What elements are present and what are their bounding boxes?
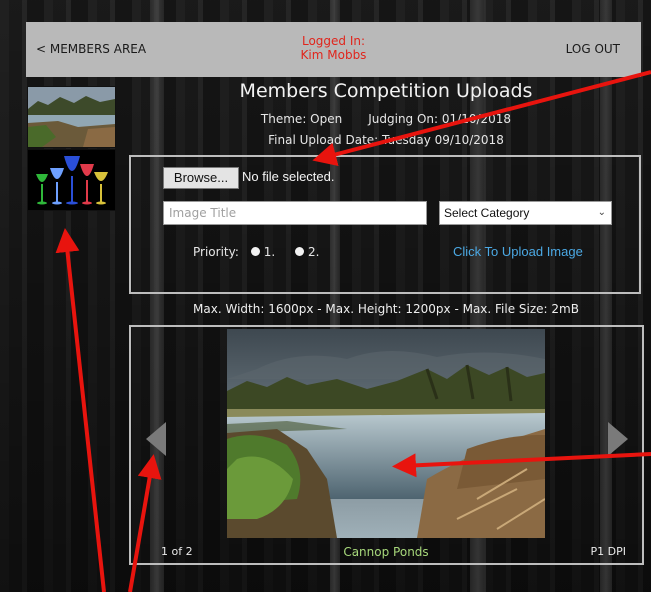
logout-link[interactable]: LOG OUT [566, 42, 620, 56]
priority-2-radio[interactable] [295, 247, 304, 256]
glasses-thumbnail-image [28, 150, 115, 210]
viewer-photo [227, 329, 545, 538]
image-section: P1 DPI [590, 545, 626, 558]
category-select[interactable]: Select Category ⌄ [439, 201, 612, 225]
thumbnail-strip [27, 86, 116, 212]
thumbnail-glasses[interactable] [27, 149, 116, 211]
theme-label: Theme: Open [260, 112, 343, 126]
image-viewer: 1 of 2 Cannop Ponds P1 DPI [129, 325, 644, 565]
file-status: No file selected. [242, 169, 335, 184]
priority-2-label: 2. [308, 245, 320, 259]
user-name: Kim Mobbs [300, 48, 367, 62]
next-arrow-icon[interactable] [608, 422, 628, 456]
chevron-down-icon: ⌄ [597, 207, 606, 218]
priority-1-label: 1. [263, 245, 276, 259]
upload-limits: Max. Width: 1600px - Max. Height: 1200px… [193, 302, 579, 316]
browse-button[interactable]: Browse... [163, 167, 239, 189]
category-selected: Select Category [444, 206, 530, 220]
priority-1-radio[interactable] [250, 247, 260, 256]
lake-thumbnail-image [28, 87, 115, 147]
final-upload-date: Final Upload Date: Tuesday 09/10/2018 [268, 133, 504, 147]
members-area-link[interactable]: < MEMBERS AREA [36, 42, 146, 56]
judging-date: Judging On: 01/10/2018 [368, 112, 512, 126]
previous-arrow-icon[interactable] [146, 422, 166, 456]
priority-group: Priority: 1. 2. [193, 245, 319, 259]
page-title: Members Competition Uploads [239, 80, 533, 102]
logged-in-label: Logged In: [301, 34, 366, 48]
thumbnail-lake[interactable] [27, 86, 116, 148]
image-counter: 1 of 2 [161, 545, 193, 558]
upload-form: Browse... No file selected. Select Categ… [129, 155, 641, 294]
competition-meta: Theme: Open Judging On: 01/10/2018 [130, 112, 642, 126]
top-bar: < MEMBERS AREA Logged In: Kim Mobbs LOG … [26, 22, 641, 77]
image-title-input[interactable] [163, 201, 427, 225]
image-caption: Cannop Ponds [343, 545, 429, 559]
cannop-ponds-image [227, 329, 545, 538]
upload-image-link[interactable]: Click To Upload Image [453, 244, 583, 259]
priority-label: Priority: [193, 245, 239, 259]
